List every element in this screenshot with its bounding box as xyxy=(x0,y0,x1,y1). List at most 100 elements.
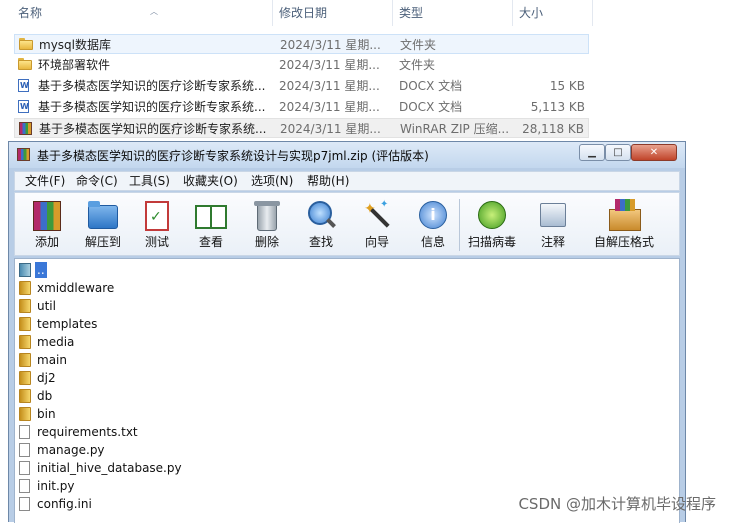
file-icon xyxy=(19,425,30,439)
archive-item-name: requirements.txt xyxy=(37,425,138,439)
menu-item-2[interactable]: 工具(S) xyxy=(129,174,170,189)
window-title: 基于多模态医学知识的医疗诊断专家系统设计与实现p7jml.zip (评估版本) xyxy=(37,149,429,163)
sort-up-icon: ︿ xyxy=(150,7,158,16)
toolbar-button-1[interactable]: 解压到 xyxy=(75,196,131,254)
file-row[interactable]: 环境部署软件 2024/3/11 星期... 文件夹 xyxy=(14,55,589,75)
toolbar-button-7[interactable]: i 信息 xyxy=(405,196,461,254)
parent-folder-icon xyxy=(19,263,31,277)
toolbar-button-10[interactable]: 自解压格式 xyxy=(586,196,662,254)
file-icon xyxy=(19,497,30,511)
toolbar-button-8[interactable]: 扫描病毒 xyxy=(462,196,522,254)
menu-item-0[interactable]: 文件(F) xyxy=(25,174,65,189)
folder-icon xyxy=(19,38,33,51)
folder-icon xyxy=(19,335,31,349)
toolbar-button-0[interactable]: 添加 xyxy=(19,196,75,254)
toolbar-label: 添加 xyxy=(34,235,59,249)
file-name: 基于多模态医学知识的医疗诊断专家系统... xyxy=(39,122,267,136)
file-row[interactable]: W 基于多模态医学知识的医疗诊断专家系统... 2024/3/11 星期... DOC… xyxy=(14,76,589,96)
folder-icon xyxy=(19,371,31,385)
toolbar-button-6[interactable]: ✦ ✦ 向导 xyxy=(349,196,405,254)
archive-list-item[interactable]: config.ini xyxy=(19,495,419,513)
extract-to-icon xyxy=(86,199,120,233)
toolbar-label: 删除 xyxy=(254,235,279,249)
archive-list-item[interactable]: templates xyxy=(19,315,419,333)
file-name: mysql数据库 xyxy=(39,38,111,52)
toolbar-separator xyxy=(459,199,460,251)
menu-item-4[interactable]: 选项(N) xyxy=(251,174,293,189)
archive-list-item[interactable]: dj2 xyxy=(19,369,419,387)
minimize-button[interactable]: ▁ xyxy=(579,144,605,161)
column-name[interactable]: 名称 ︿ xyxy=(12,0,273,26)
toolbar-button-5[interactable]: 查找 xyxy=(293,196,349,254)
archive-list-item[interactable]: manage.py xyxy=(19,441,419,459)
toolbar-label: 解压到 xyxy=(84,235,121,249)
archive-item-name: media xyxy=(37,335,75,349)
toolbar-label: 查找 xyxy=(308,235,333,249)
folder-icon xyxy=(19,299,31,313)
column-type[interactable]: 类型 xyxy=(393,0,513,26)
toolbar: 添加 解压到 ✓ 测试 查看 删除 查找 ✦ ✦ 向导 i 信息 扫描病毒 注释 自解压格式 xyxy=(14,192,680,256)
comment-icon xyxy=(536,199,570,233)
toolbar-label: 查看 xyxy=(198,235,223,249)
archive-list-item[interactable]: initial_hive_database.py xyxy=(19,459,419,477)
find-magnifier-icon xyxy=(304,199,338,233)
archive-list-item[interactable]: requirements.txt xyxy=(19,423,419,441)
menu-item-5[interactable]: 帮助(H) xyxy=(307,174,349,189)
toolbar-button-3[interactable]: 查看 xyxy=(183,196,239,254)
folder-icon xyxy=(19,353,31,367)
archive-list-item[interactable]: xmiddleware xyxy=(19,279,419,297)
archive-item-name: templates xyxy=(37,317,98,331)
folder-icon xyxy=(19,407,31,421)
file-name: 基于多模态医学知识的医疗诊断专家系统... xyxy=(38,100,266,114)
archive-file-list[interactable]: .. xmiddleware util templates media main dj2 db… xyxy=(14,258,680,523)
archive-list-item[interactable]: bin xyxy=(19,405,419,423)
folder-icon xyxy=(18,58,32,71)
archive-list-item[interactable]: init.py xyxy=(19,477,419,495)
file-size: 5,113 KB xyxy=(530,100,585,114)
file-size: 28,118 KB xyxy=(522,122,584,136)
maximize-button[interactable]: □ xyxy=(605,144,631,161)
menu-bar: 文件(F) 命令(C) 工具(S) 收藏夹(O) 选项(N) 帮助(H) xyxy=(14,171,680,191)
winrar-app-icon xyxy=(17,148,30,161)
archive-item-name: .. xyxy=(35,262,47,278)
file-date: 2024/3/11 星期... xyxy=(280,38,381,52)
file-icon xyxy=(19,461,30,475)
archive-list-item[interactable]: main xyxy=(19,351,419,369)
close-button[interactable]: ✕ xyxy=(631,144,677,161)
column-size[interactable]: 大小 xyxy=(513,0,593,26)
archive-item-name: db xyxy=(37,389,53,403)
file-name: 基于多模态医学知识的医疗诊断专家系统... xyxy=(38,79,266,93)
file-date: 2024/3/11 星期... xyxy=(279,100,380,114)
virus-scan-icon xyxy=(475,199,509,233)
archive-list-item[interactable]: .. xyxy=(19,261,419,279)
file-icon xyxy=(19,443,30,457)
toolbar-label: 信息 xyxy=(420,235,445,249)
toolbar-button-9[interactable]: 注释 xyxy=(525,196,581,254)
archive-item-name: main xyxy=(37,353,67,367)
folder-icon xyxy=(19,389,31,403)
column-date[interactable]: 修改日期 xyxy=(273,0,393,26)
file-type: 文件夹 xyxy=(400,38,437,52)
archive-list-item[interactable]: db xyxy=(19,387,419,405)
menu-item-3[interactable]: 收藏夹(O) xyxy=(183,174,238,189)
archive-list-item[interactable]: media xyxy=(19,333,419,351)
toolbar-label: 向导 xyxy=(364,235,389,249)
sfx-box-icon xyxy=(607,199,641,233)
archive-item-name: util xyxy=(37,299,56,313)
archive-list-item[interactable]: util xyxy=(19,297,419,315)
toolbar-button-2[interactable]: ✓ 测试 xyxy=(129,196,185,254)
file-row[interactable]: 基于多模态医学知识的医疗诊断专家系统... 2024/3/11 星期... WinR… xyxy=(14,118,589,138)
title-bar[interactable]: 基于多模态医学知识的医疗诊断专家系统设计与实现p7jml.zip (评估版本) … xyxy=(9,142,685,168)
file-row[interactable]: W 基于多模态医学知识的医疗诊断专家系统... 2024/3/11 星期... DOC… xyxy=(14,97,589,117)
file-row[interactable]: mysql数据库 2024/3/11 星期... 文件夹 xyxy=(14,34,589,54)
file-type: WinRAR ZIP 压缩... xyxy=(400,122,510,136)
toolbar-label: 注释 xyxy=(540,235,565,249)
file-date: 2024/3/11 星期... xyxy=(279,58,380,72)
docx-icon: W xyxy=(18,100,29,113)
trash-icon xyxy=(250,199,284,233)
toolbar-button-4[interactable]: 删除 xyxy=(239,196,295,254)
archive-item-name: bin xyxy=(37,407,56,421)
menu-item-1[interactable]: 命令(C) xyxy=(76,174,118,189)
add-archive-icon xyxy=(30,199,64,233)
view-book-icon xyxy=(194,199,228,233)
